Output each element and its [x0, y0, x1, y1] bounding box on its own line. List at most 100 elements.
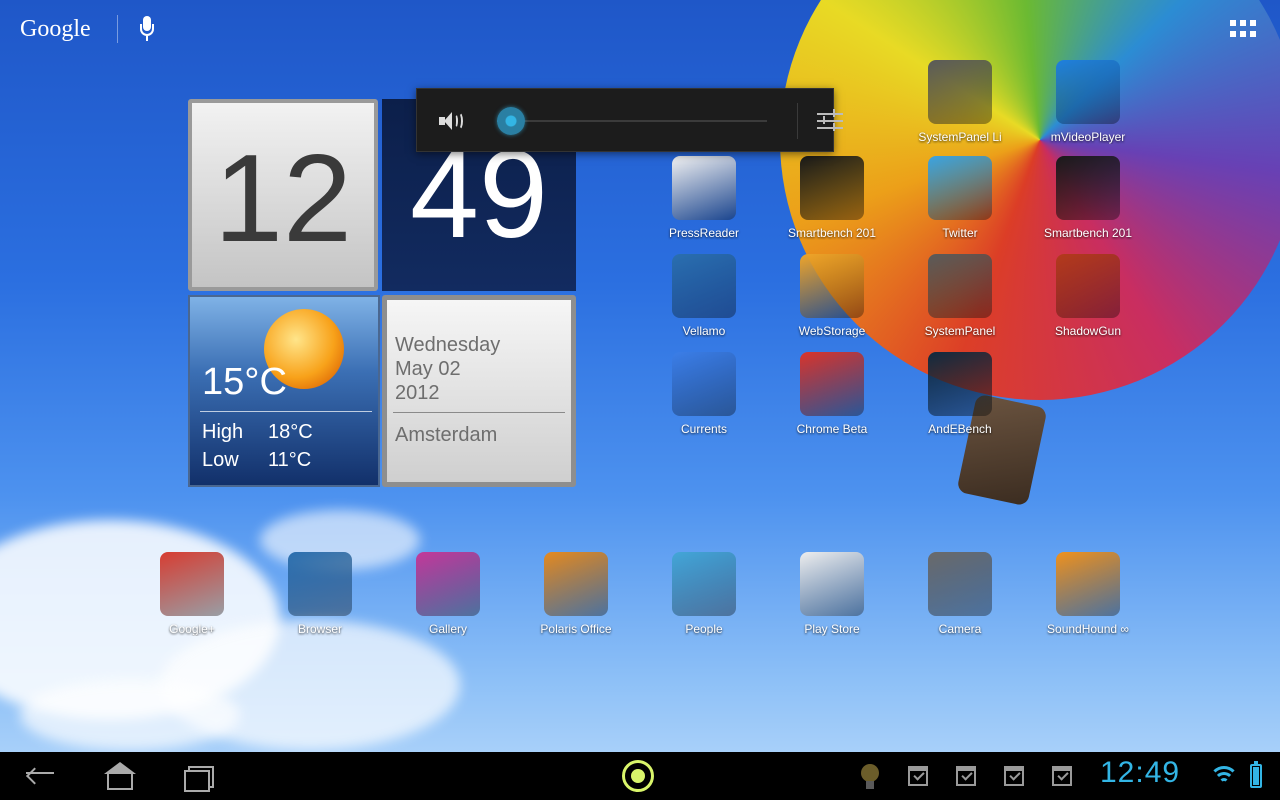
vellamo-icon: [672, 254, 736, 318]
app-label: SystemPanel Li: [918, 130, 1002, 144]
systempanel-icon: [928, 254, 992, 318]
battery-icon[interactable]: [1250, 761, 1262, 788]
mvideoplayer-icon: [1056, 60, 1120, 124]
download-done-icon[interactable]: [1004, 766, 1024, 786]
webstorage-icon: [800, 254, 864, 318]
app-label: Browser: [297, 622, 342, 636]
clock-hours: 12: [188, 99, 378, 291]
app-shortcut[interactable]: Play Store: [777, 552, 887, 636]
smartbench-2011-icon: [800, 156, 864, 220]
current-temperature: 15°C: [202, 361, 287, 403]
app-label: PressReader: [668, 226, 740, 240]
recent-apps-icon[interactable]: [180, 760, 220, 792]
app-label: Smartbench 201: [1043, 226, 1133, 240]
andebench-icon: [928, 352, 992, 416]
app-shortcut[interactable]: mVideoPlayer: [1033, 60, 1143, 144]
app-shortcut[interactable]: People: [649, 552, 759, 636]
twitter-icon: [928, 156, 992, 220]
app-shortcut[interactable]: ShadowGun: [1033, 254, 1143, 338]
volume-popup[interactable]: [416, 88, 843, 152]
app-label: Chrome Beta: [796, 422, 868, 436]
app-shortcut[interactable]: Polaris Office: [521, 552, 631, 636]
app-label: AndEBench: [928, 422, 992, 436]
equalizer-icon[interactable]: [817, 109, 843, 133]
app-shortcut[interactable]: SoundHound ∞: [1033, 552, 1143, 636]
gallery-icon: [416, 552, 480, 616]
weather-divider: [200, 411, 372, 412]
app-shortcut[interactable]: WebStorage: [777, 254, 887, 338]
app-shortcut[interactable]: Currents: [649, 352, 759, 436]
date-panel[interactable]: Wednesday May 02 2012 Amsterdam: [382, 295, 576, 487]
app-label: ShadowGun: [1054, 324, 1122, 338]
app-shortcut[interactable]: SystemPanel: [905, 254, 1015, 338]
app-label: Camera: [938, 622, 982, 636]
google-logo[interactable]: Google: [20, 16, 91, 43]
weather-panel[interactable]: 15°C High 18°C Low 11°C: [188, 295, 380, 487]
clock-weather-widget[interactable]: 12 49 15°C High 18°C Low 11°C Wednesday …: [188, 99, 576, 489]
wallpaper-cloud: [20, 680, 240, 750]
app-shortcut[interactable]: PressReader: [649, 156, 759, 240]
currents-icon: [672, 352, 736, 416]
download-done-icon[interactable]: [1052, 766, 1072, 786]
app-label: SoundHound ∞: [1047, 622, 1129, 636]
smartbench-2012-icon: [1056, 156, 1120, 220]
app-label: Vellamo: [682, 324, 726, 338]
date-month-day: May 02: [395, 358, 461, 380]
search-divider: [116, 15, 118, 43]
app-label: Polaris Office: [540, 622, 612, 636]
low-value: 11°C: [268, 449, 312, 471]
high-value: 18°C: [268, 421, 313, 443]
app-label: Twitter: [942, 226, 978, 240]
app-shortcut[interactable]: Camera: [905, 552, 1015, 636]
app-shortcut[interactable]: Smartbench 201: [1033, 156, 1143, 240]
google-search-bar[interactable]: Google: [20, 12, 156, 46]
lightbulb-icon[interactable]: [860, 764, 880, 790]
back-icon[interactable]: [20, 760, 60, 792]
google-plus-icon: [160, 552, 224, 616]
app-shortcut[interactable]: Twitter: [905, 156, 1015, 240]
date-weekday: Wednesday: [395, 334, 501, 356]
app-shortcut[interactable]: Browser: [265, 552, 375, 636]
shadowgun-icon: [1056, 254, 1120, 318]
polaris-office-icon: [544, 552, 608, 616]
volume-divider: [797, 103, 798, 139]
app-label: Smartbench 201: [787, 226, 877, 240]
volume-slider-track[interactable]: [497, 120, 767, 122]
systempanel-lite-icon: [928, 60, 992, 124]
pressreader-icon: [672, 156, 736, 220]
camera-icon: [928, 552, 992, 616]
play-store-icon: [800, 552, 864, 616]
launcher-icon[interactable]: [622, 760, 654, 792]
people-icon: [672, 552, 736, 616]
system-bar: 12:49: [0, 752, 1280, 800]
app-shortcut[interactable]: Gallery: [393, 552, 503, 636]
browser-globe-icon: [288, 552, 352, 616]
home-icon[interactable]: [100, 760, 140, 792]
app-label: Currents: [680, 422, 727, 436]
low-temperature: Low 11°C: [202, 449, 311, 472]
date-year: 2012: [395, 382, 440, 404]
app-shortcut[interactable]: Vellamo: [649, 254, 759, 338]
wifi-icon[interactable]: [1210, 764, 1238, 786]
app-shortcut[interactable]: Smartbench 201: [777, 156, 887, 240]
date-divider: [393, 412, 565, 413]
download-done-icon[interactable]: [956, 766, 976, 786]
high-temperature: High 18°C: [202, 421, 313, 444]
apps-grid-icon[interactable]: [1230, 20, 1256, 38]
mic-icon[interactable]: [138, 16, 156, 42]
app-shortcut[interactable]: Google+: [137, 552, 247, 636]
high-label: High: [202, 421, 244, 443]
weather-city: Amsterdam: [395, 424, 498, 446]
app-label: SystemPanel: [924, 324, 996, 338]
app-label: mVideoPlayer: [1050, 130, 1126, 144]
app-label: Google+: [169, 622, 215, 636]
app-label: Play Store: [804, 622, 860, 636]
app-shortcut[interactable]: AndEBench: [905, 352, 1015, 436]
soundhound-icon: [1056, 552, 1120, 616]
app-shortcut[interactable]: Chrome Beta: [777, 352, 887, 436]
status-clock[interactable]: 12:49: [1100, 756, 1180, 790]
download-done-icon[interactable]: [908, 766, 928, 786]
app-shortcut[interactable]: SystemPanel Li: [905, 60, 1015, 144]
volume-slider-thumb[interactable]: [496, 107, 525, 135]
speaker-icon[interactable]: [439, 111, 463, 131]
